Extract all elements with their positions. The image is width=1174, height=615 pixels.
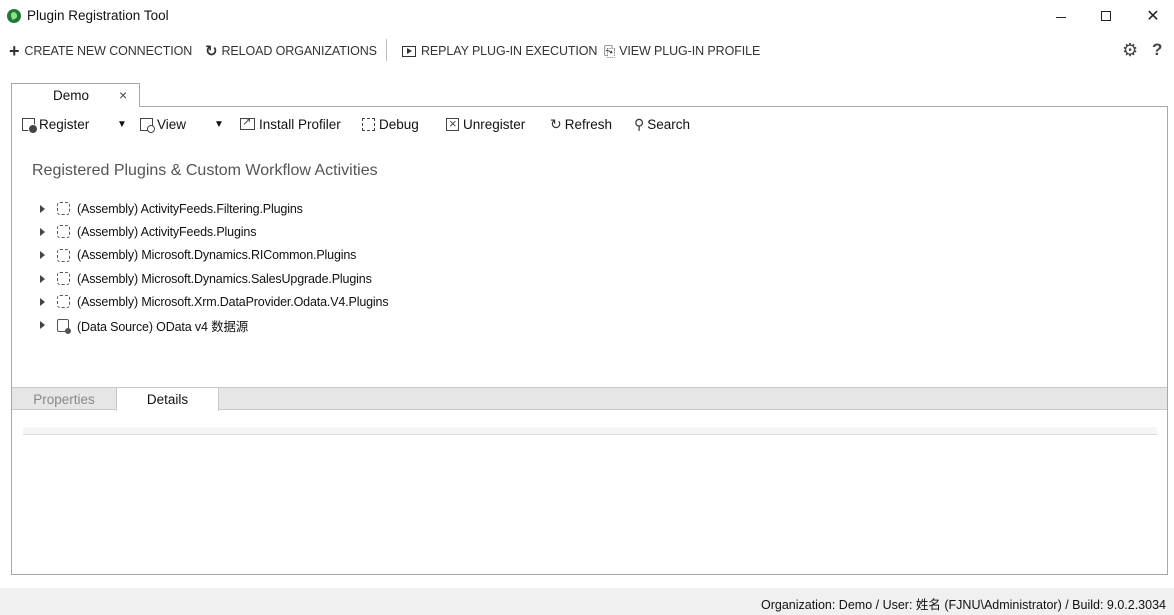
expand-arrow-icon[interactable] [40,204,45,213]
title-bar: Plugin Registration Tool ✕ [0,0,1174,32]
register-button[interactable]: Register [22,113,89,135]
expand-arrow-icon[interactable] [40,297,45,306]
bottom-tabstrip: Properties Details [12,387,1167,411]
tree-item[interactable]: (Data Source) OData v4 数据源 [40,313,388,336]
puzzle-icon [57,202,70,216]
main-toolbar: + CREATE NEW CONNECTION ↻ RELOAD ORGANIZ… [0,36,1174,66]
view-button[interactable]: View [140,113,186,135]
profile-icon: ⎘ [604,42,616,59]
debug-label: Debug [379,116,419,132]
search-label: Search [647,116,691,132]
view-dropdown-icon[interactable]: ▼ [214,113,224,135]
unregister-button[interactable]: Unregister [446,113,525,135]
plus-icon: + [9,41,20,61]
tree-item-label: (Assembly) ActivityFeeds.Plugins [77,224,257,239]
view-plugin-profile-button[interactable]: ⎘ VIEW PLUG-IN PROFILE [604,40,760,62]
play-icon [402,45,416,57]
plugin-tree: (Assembly) ActivityFeeds.Filtering.Plugi… [40,197,389,337]
tab-demo-label: Demo [53,88,90,103]
debug-icon [362,117,375,131]
tree-item[interactable]: (Assembly) Microsoft.Xrm.DataProvider.Od… [40,290,389,313]
minimize-icon [1056,16,1066,18]
tree-item[interactable]: (Assembly) ActivityFeeds.Plugins [40,220,388,243]
section-title: Registered Plugins & Custom Workflow Act… [32,162,378,179]
puzzle-icon [57,272,70,286]
expand-arrow-icon[interactable] [40,251,45,260]
create-new-connection-label: CREATE NEW CONNECTION [24,44,193,58]
replay-plugin-execution-label: REPLAY PLUG-IN EXECUTION [421,44,598,58]
tab-properties[interactable]: Properties [12,388,116,410]
unregister-icon [446,116,459,131]
tab-details[interactable]: Details [116,388,219,411]
tree-item[interactable]: (Assembly) ActivityFeeds.Filtering.Plugi… [40,197,388,220]
install-profiler-icon [240,115,255,130]
view-label: View [157,116,187,132]
tree-item[interactable]: (Assembly) Microsoft.Dynamics.SalesUpgra… [40,267,388,290]
expand-arrow-icon[interactable] [40,321,45,330]
register-dropdown-icon[interactable]: ▼ [117,113,127,135]
refresh-button[interactable]: ↻ Refresh [550,113,612,135]
puzzle-icon [57,295,70,309]
toolbar-divider [386,39,387,61]
tree-item[interactable]: (Assembly) Microsoft.Dynamics.RICommon.P… [40,244,388,267]
unregister-label: Unregister [463,116,526,132]
status-text: Organization: Demo / User: 姓名 (FJNU\Admi… [760,598,1166,612]
expand-arrow-icon[interactable] [40,274,45,283]
create-new-connection-button[interactable]: + CREATE NEW CONNECTION [9,40,192,62]
view-icon [140,117,155,133]
details-grid-header [23,427,1157,435]
register-icon [22,117,38,134]
close-button[interactable]: ✕ [1130,0,1174,32]
help-button[interactable]: ? [1152,40,1162,60]
register-label: Register [39,116,90,132]
tree-item-label: (Assembly) Microsoft.Xrm.DataProvider.Od… [77,294,389,309]
close-icon: ✕ [1146,8,1160,25]
puzzle-icon [57,225,70,239]
refresh-label: Refresh [564,116,613,132]
debug-button[interactable]: Debug [362,113,419,135]
maximize-icon [1101,11,1111,21]
maximize-button[interactable] [1083,0,1129,32]
gear-icon[interactable]: ⚙ [1122,40,1138,61]
puzzle-icon [57,248,70,262]
connection-panel: Register ▼ View ▼ Install Profiler Debug… [11,106,1168,575]
install-profiler-button[interactable]: Install Profiler [240,113,341,135]
sub-toolbar: Register ▼ View ▼ Install Profiler Debug… [22,113,922,135]
tree-item-label: (Assembly) Microsoft.Dynamics.RICommon.P… [77,248,357,263]
install-profiler-label: Install Profiler [259,116,341,132]
replay-plugin-execution-button[interactable]: REPLAY PLUG-IN EXECUTION [402,40,597,62]
view-plugin-profile-label: VIEW PLUG-IN PROFILE [619,44,761,58]
search-button[interactable]: ⚲ Search [634,113,690,135]
window-title: Plugin Registration Tool [27,8,169,23]
minimize-button[interactable] [1038,0,1084,32]
reload-icon: ↻ [205,43,218,60]
expand-arrow-icon[interactable] [40,227,45,236]
data-source-icon [57,318,71,334]
refresh-icon: ↻ [550,115,562,132]
app-logo-icon [7,9,21,23]
tab-demo[interactable]: Demo × [11,83,140,107]
tree-item-label: (Assembly) Microsoft.Dynamics.SalesUpgra… [77,271,372,286]
status-bar: Organization: Demo / User: 姓名 (FJNU\Admi… [0,588,1174,615]
tree-item-label: (Assembly) ActivityFeeds.Filtering.Plugi… [77,201,303,216]
search-icon: ⚲ [634,115,645,132]
tree-item-label: (Data Source) OData v4 数据源 [77,319,249,334]
reload-organizations-label: RELOAD ORGANIZATIONS [221,44,377,58]
reload-organizations-button[interactable]: ↻ RELOAD ORGANIZATIONS [205,40,377,62]
tab-close-icon[interactable]: × [119,87,127,103]
